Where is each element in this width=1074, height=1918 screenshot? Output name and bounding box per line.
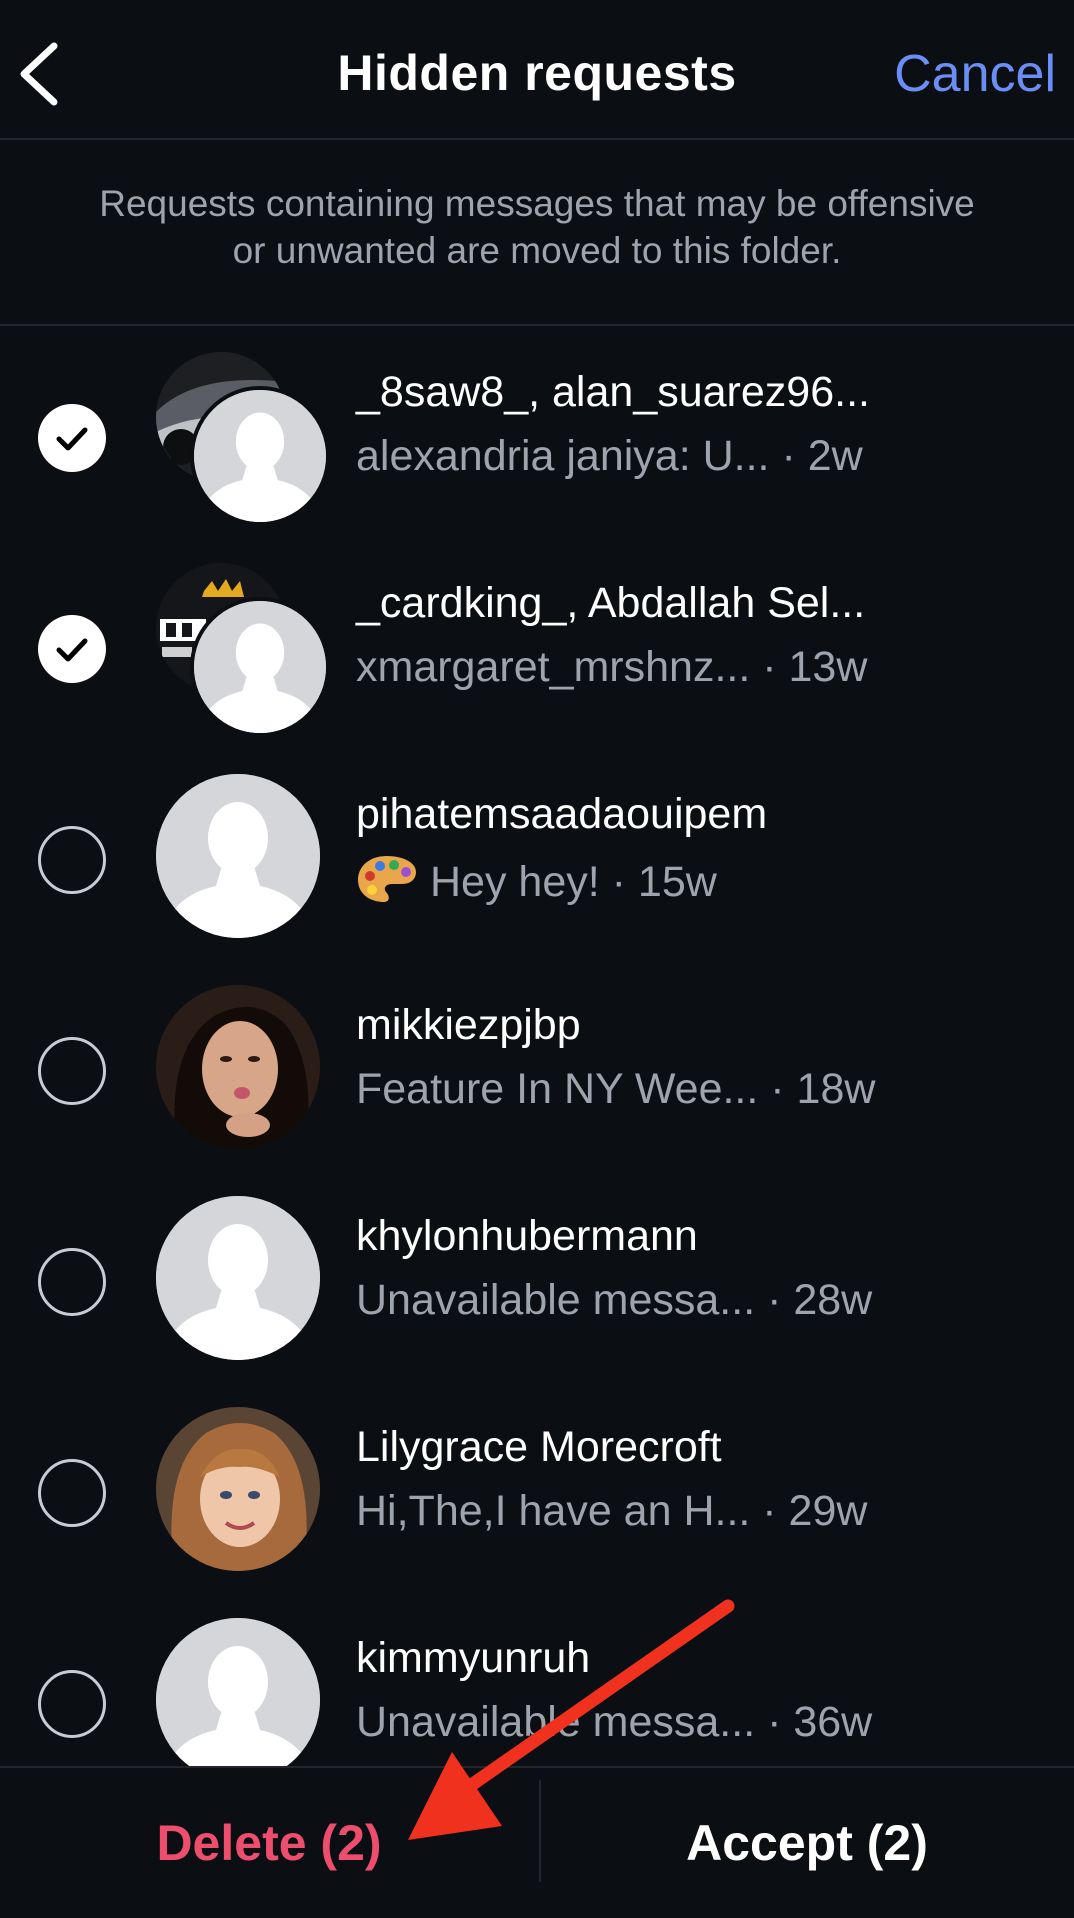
palette-emoji-icon [356,854,418,915]
avatar-container [156,1618,322,1766]
request-name: Lilygrace Morecroft [356,1423,722,1471]
selection-checkbox[interactable] [38,1670,106,1738]
avatar-default [156,1618,320,1766]
request-row[interactable]: mikkiezpjbp Feature In NY Wee... · 18w [0,959,1074,1170]
avatar-container [156,774,322,940]
request-preview: xmargaret_mrshnz... · 13w [356,643,868,691]
selection-checkbox[interactable] [38,1459,106,1527]
header-bar: Hidden requests Cancel [0,0,1074,140]
request-row[interactable]: _cardking_, Abdallah Sel... xmargaret_mr… [0,537,1074,748]
request-preview: alexandria janiya: U... · 2w [356,432,863,480]
request-row[interactable]: khylonhubermann Unavailable messa... · 2… [0,1170,1074,1381]
avatar-default [156,774,320,938]
request-preview: Hi,The,I have an H... · 29w [356,1487,868,1535]
request-preview: Unavailable messa... · 36w [356,1698,873,1746]
request-row[interactable]: _8saw8_, alan_suarez96... alexandria jan… [0,326,1074,537]
request-preview: Feature In NY Wee... · 18w [356,1065,876,1113]
selection-checkbox[interactable] [38,404,106,472]
request-list: _8saw8_, alan_suarez96... alexandria jan… [0,326,1074,1766]
info-description: Requests containing messages that may be… [0,140,1074,326]
request-name: _cardking_, Abdallah Sel... [356,579,866,627]
selection-checkbox[interactable] [38,615,106,683]
selection-checkbox[interactable] [38,1037,106,1105]
selection-checkbox[interactable] [38,826,106,894]
avatar-default [156,1196,320,1360]
request-row[interactable]: kimmyunruh Unavailable messa... · 36w [0,1592,1074,1766]
avatar-photo-woman [156,985,320,1149]
avatar-photo-girl [156,1407,320,1571]
request-name: _8saw8_, alan_suarez96... [356,368,870,416]
avatar-container [156,1196,322,1362]
cancel-button[interactable]: Cancel [894,44,1056,104]
request-name: pihatemsaadaouipem [356,790,768,838]
action-bar: Delete (2) Accept (2) [0,1766,1074,1912]
accept-button[interactable]: Accept (2) [540,1768,1074,1914]
avatar-default [190,386,330,526]
request-row[interactable]: Lilygrace Morecroft Hi,The,I have an H..… [0,1381,1074,1592]
avatar-default [190,597,330,737]
preview-text: Hey hey! · 15w [430,857,717,906]
group-avatar [156,352,330,526]
request-name: mikkiezpjbp [356,1001,581,1049]
checkmark-icon [56,427,88,451]
selection-checkbox[interactable] [38,1248,106,1316]
avatar-container [156,1407,322,1573]
group-avatar [156,563,330,737]
request-name: kimmyunruh [356,1634,591,1682]
checkmark-icon [56,638,88,662]
delete-button[interactable]: Delete (2) [0,1768,538,1914]
avatar-container [156,985,322,1151]
request-preview: Hey hey! · 15w [356,854,717,915]
request-preview: Unavailable messa... · 28w [356,1276,873,1324]
request-name: khylonhubermann [356,1212,698,1260]
request-row[interactable]: pihatemsaadaouipem Hey hey! · 15w [0,748,1074,959]
